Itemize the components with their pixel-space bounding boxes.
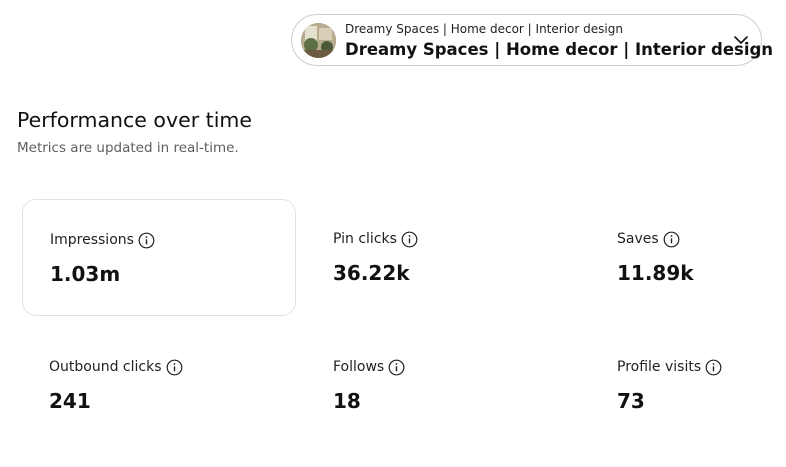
metric-label: Saves <box>617 231 659 247</box>
account-name-secondary: Dreamy Spaces | Home decor | Interior de… <box>345 22 623 36</box>
metric-card-impressions[interactable]: Impressions 1.03m <box>22 199 296 316</box>
metric-card-saves[interactable]: Saves 11.89k <box>590 199 780 316</box>
section-title: Performance over time <box>17 108 252 132</box>
chevron-down-icon[interactable] <box>733 33 749 47</box>
info-icon[interactable] <box>166 359 183 376</box>
info-icon[interactable] <box>138 232 155 249</box>
metric-label: Outbound clicks <box>49 359 162 375</box>
metric-card-follows[interactable]: Follows 18 <box>306 327 580 444</box>
metric-value: 18 <box>333 389 361 413</box>
metric-label: Impressions <box>50 232 134 248</box>
account-avatar <box>301 23 336 58</box>
metric-value: 241 <box>49 389 91 413</box>
info-icon[interactable] <box>663 231 680 248</box>
section-subtitle: Metrics are updated in real-time. <box>17 140 239 156</box>
account-selector[interactable]: Dreamy Spaces | Home decor | Interior de… <box>291 14 773 66</box>
metric-value: 36.22k <box>333 261 410 285</box>
account-name-primary: Dreamy Spaces | Home decor | Interior de… <box>345 40 774 59</box>
info-icon[interactable] <box>401 231 418 248</box>
metric-card-pin-clicks[interactable]: Pin clicks 36.22k <box>306 199 580 316</box>
metric-label: Profile visits <box>617 359 702 375</box>
info-icon[interactable] <box>388 359 405 376</box>
info-icon[interactable] <box>705 359 722 376</box>
metric-label: Follows <box>333 359 385 375</box>
metric-value: 11.89k <box>617 261 694 285</box>
metric-label: Pin clicks <box>333 231 397 247</box>
metric-value: 1.03m <box>50 262 121 286</box>
metric-card-profile-visits[interactable]: Profile visits 73 <box>590 327 780 444</box>
metric-card-outbound-clicks[interactable]: Outbound clicks 241 <box>22 327 296 444</box>
metric-value: 73 <box>617 389 645 413</box>
